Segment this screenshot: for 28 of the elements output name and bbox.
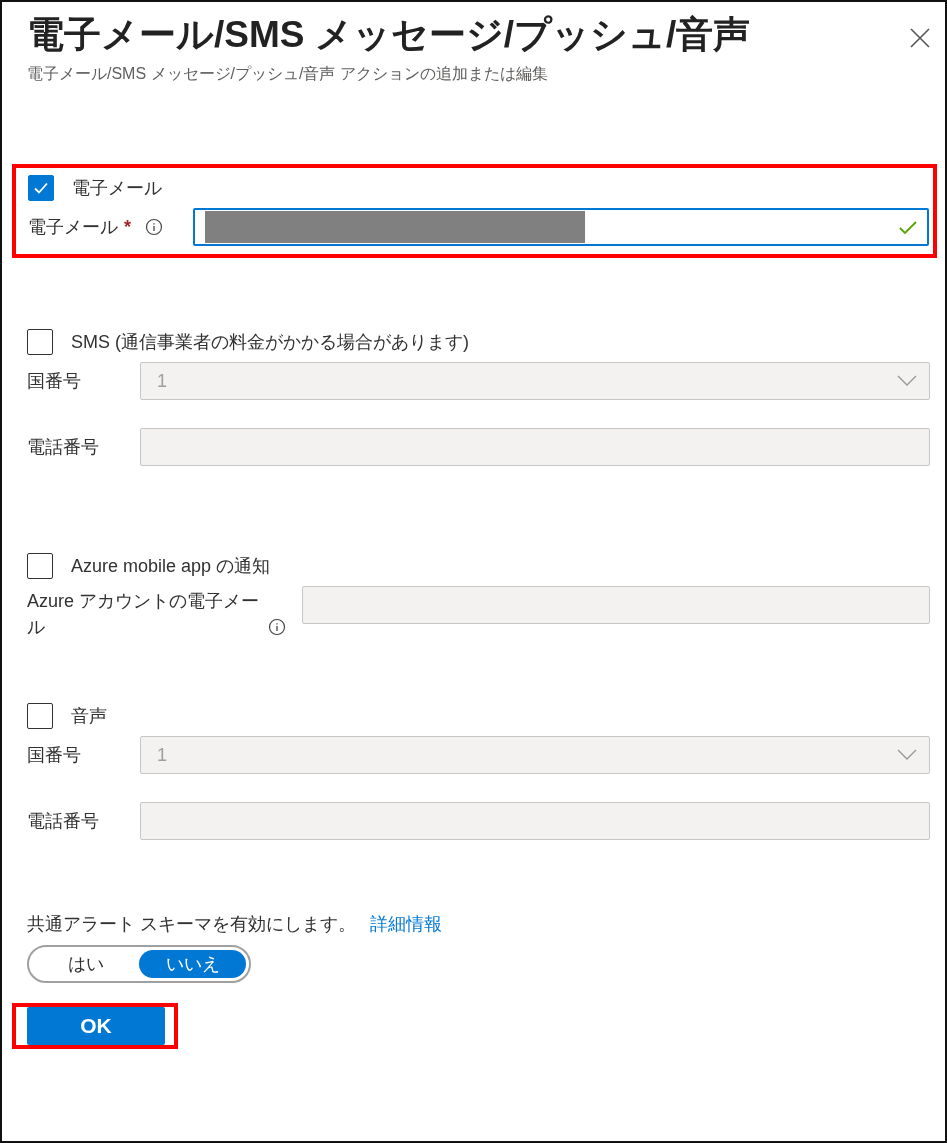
- panel-title: 電子メール/SMS メッセージ/プッシュ/音声: [27, 13, 751, 57]
- field-label: 電話番号: [27, 436, 99, 459]
- field-label: 国番号: [27, 744, 81, 767]
- checkbox-label: 音声: [71, 705, 107, 728]
- checkbox-label: SMS (通信事業者の料金がかかる場合があります): [71, 331, 469, 354]
- field-label: 電話番号: [27, 810, 99, 833]
- checkbox-label: Azure mobile app の通知: [71, 555, 271, 578]
- required-mark: *: [124, 216, 131, 239]
- yes-no-toggle[interactable]: はい いいえ: [27, 945, 251, 983]
- input-field[interactable]: [193, 208, 929, 246]
- chevron-down-icon: [897, 749, 917, 761]
- field-label: 国番号: [27, 370, 81, 393]
- checkbox[interactable]: [27, 329, 53, 355]
- field-label: Azure アカウントの電子メール: [27, 590, 261, 639]
- checkbox[interactable]: [28, 175, 54, 201]
- toggle-option[interactable]: いいえ: [139, 950, 246, 978]
- checkbox[interactable]: [27, 553, 53, 579]
- learn-more-link[interactable]: 詳細情報: [370, 914, 442, 934]
- close-icon[interactable]: [910, 28, 930, 48]
- schema-label: 共通アラート スキーマを有効にします。: [27, 914, 356, 934]
- field-label: 電子メール: [28, 216, 118, 239]
- info-icon[interactable]: [145, 218, 163, 236]
- panel-subtitle: 電子メール/SMS メッセージ/プッシュ/音声 アクションの追加または編集: [27, 64, 549, 84]
- checkbox-label: 電子メール: [72, 177, 162, 200]
- checkbox[interactable]: [27, 703, 53, 729]
- toggle-option[interactable]: はい: [32, 950, 139, 978]
- chevron-down-icon: [897, 375, 917, 387]
- ok-button[interactable]: OK: [27, 1007, 165, 1045]
